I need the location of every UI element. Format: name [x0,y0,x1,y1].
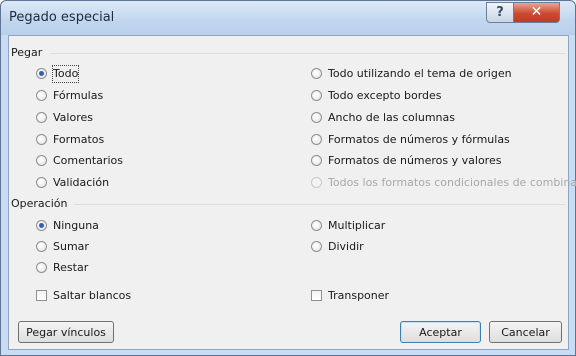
aceptar-button[interactable]: Aceptar [400,321,481,343]
checkbox-box [311,290,322,301]
radio-label: Comentarios [53,154,123,167]
radio-button [311,177,322,188]
checkbox-label: Saltar blancos [53,289,132,302]
dialog-body: Pegar Todo Fórmulas Valores Formatos Com… [8,35,576,350]
cancelar-button[interactable]: Cancelar [489,321,562,343]
radio-button [36,241,47,252]
radio-label: Dividir [328,240,364,253]
pegar-vinculos-button[interactable]: Pegar vínculos [18,321,114,343]
radio-button [36,90,47,101]
checkbox-box [36,290,47,301]
radio-button [311,155,322,166]
radio-button [36,134,47,145]
operacion-group-label: Operación [11,197,68,210]
radio-label: Multiplicar [328,219,386,232]
close-button[interactable]: ✕ [513,2,560,23]
radio-button [311,134,322,145]
radio-label: Ninguna [53,219,99,232]
radio-button [311,90,322,101]
radio-button [36,112,47,123]
radio-label: Sumar [53,240,89,253]
radio-button [36,68,47,79]
radio-label: Ancho de las columnas [328,111,455,124]
radio-label: Formatos [53,133,105,146]
radio-button [311,112,322,123]
radio-button [36,177,47,188]
radio-button [311,68,322,79]
radio-label: Restar [53,261,89,274]
title-bar: Pegado especial ? ✕ [1,1,575,35]
close-icon: ✕ [530,4,543,20]
radio-button [311,241,322,252]
operacion-group-divider [74,204,565,205]
radio-button [36,220,47,231]
radio-label: Formatos de números y valores [328,154,502,167]
paste-special-dialog: Pegado especial ? ✕ Pegar Todo Fórmulas … [0,0,576,356]
radio-label: Todos los formatos condicionales de comb… [328,176,576,189]
radio-label: Todo [51,65,80,83]
pegar-group-label: Pegar [11,46,43,59]
radio-button [36,262,47,273]
checkbox-label: Transponer [328,289,390,302]
radio-label: Todo utilizando el tema de origen [328,67,512,80]
help-icon: ? [496,5,504,20]
pegar-group-divider [51,53,565,54]
dialog-title: Pegado especial [9,10,115,25]
radio-label: Fórmulas [53,89,104,102]
radio-button [36,155,47,166]
radio-label: Todo excepto bordes [328,89,442,102]
radio-label: Validación [53,176,110,189]
radio-button [311,220,322,231]
radio-label: Formatos de números y fórmulas [328,133,510,146]
help-button[interactable]: ? [486,2,514,23]
radio-label: Valores [53,111,93,124]
